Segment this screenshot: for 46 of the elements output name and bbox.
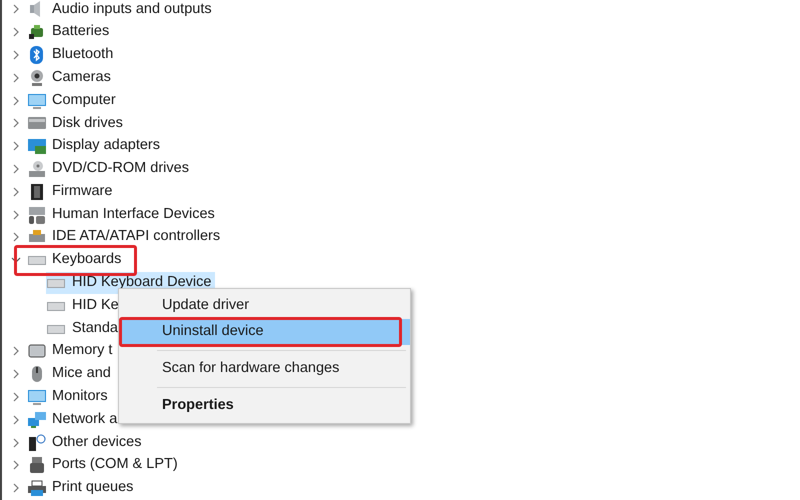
tree-item[interactable]: Cameras: [52, 66, 111, 89]
tree-item[interactable]: Print queues: [52, 477, 134, 499]
tree-item[interactable]: Other devices: [52, 432, 142, 454]
chevron-icon[interactable]: [10, 392, 20, 402]
disc-drive-icon: [27, 158, 47, 179]
chevron-icon[interactable]: [10, 96, 20, 106]
menu-item[interactable]: Scan for hardware changes: [119, 356, 410, 382]
tree-item[interactable]: DVD/CD-ROM drives: [52, 158, 189, 180]
chevron-icon[interactable]: [10, 27, 20, 38]
tree-item[interactable]: Display adapters: [52, 135, 160, 158]
chevron-icon[interactable]: [10, 72, 20, 83]
unknown-device-icon: [27, 432, 47, 453]
chevron-icon[interactable]: [10, 164, 20, 174]
chevron-icon[interactable]: [10, 460, 20, 470]
tree-item[interactable]: Network a: [52, 408, 118, 431]
chevron-icon[interactable]: [10, 50, 20, 60]
network-icon: [27, 410, 47, 430]
tree-item[interactable]: Standa: [46, 318, 122, 340]
tree-item[interactable]: Mice and: [52, 363, 111, 386]
chevron-icon[interactable]: [10, 118, 20, 128]
menu-item[interactable]: Properties: [119, 393, 410, 419]
tree-item[interactable]: Monitors: [52, 386, 108, 408]
chevron-icon[interactable]: [10, 483, 20, 494]
tree-item[interactable]: Audio inputs and outputs: [52, 0, 212, 20]
tree-item[interactable]: Human Interface Devices: [52, 204, 215, 226]
tree-item[interactable]: Keyboards: [52, 249, 122, 272]
chevron-icon[interactable]: [10, 232, 20, 242]
chevron-icon[interactable]: [10, 346, 20, 356]
chevron-icon[interactable]: [10, 210, 20, 220]
tree-item[interactable]: Memory t: [52, 340, 112, 362]
display-adapter-icon: [27, 136, 47, 156]
tree-item[interactable]: Firmware: [52, 180, 112, 203]
tree-item[interactable]: Computer: [52, 90, 116, 112]
tree-item[interactable]: Ports (COM & LPT): [52, 454, 178, 476]
chevron-icon[interactable]: [10, 438, 20, 448]
chevron-icon[interactable]: [10, 414, 20, 425]
menu-item[interactable]: Uninstall device: [119, 319, 410, 345]
tree-item[interactable]: IDE ATA/ATAPI controllers: [52, 226, 220, 248]
chevron-icon[interactable]: [10, 141, 20, 152]
chevron-icon[interactable]: [10, 369, 20, 380]
chevron-icon[interactable]: [10, 4, 20, 14]
tree-item[interactable]: Disk drives: [52, 112, 123, 134]
tree-item[interactable]: Bluetooth: [52, 44, 114, 66]
port-icon: [27, 455, 47, 476]
chevron-icon[interactable]: [10, 186, 20, 197]
tree-item[interactable]: Batteries: [52, 21, 110, 44]
